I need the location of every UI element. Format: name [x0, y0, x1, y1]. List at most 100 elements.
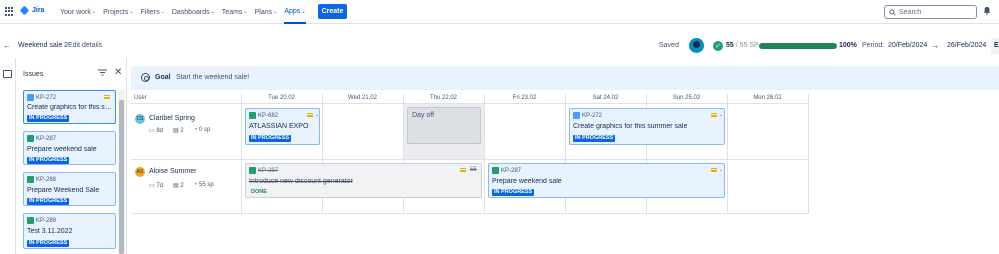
- goal-label: Goal: [155, 74, 171, 81]
- story-points-summary: 55 / 55 SP: [726, 42, 759, 49]
- issues-stat: ▤ 2: [173, 183, 184, 189]
- avatar[interactable]: CS: [135, 114, 145, 124]
- chevron-down-icon: ⌄: [273, 9, 278, 15]
- app-switcher-icon[interactable]: [5, 7, 14, 16]
- search-icon: [889, 8, 896, 16]
- user-stats: ▭ 7d ▤ 2 ◔ 55 sp: [149, 182, 214, 189]
- story-type-icon: [27, 135, 34, 142]
- nav-dashboards[interactable]: Dashboards ⌄: [172, 9, 215, 16]
- check-circle-icon: ✓: [713, 41, 723, 51]
- issue-key-text: KP-272: [582, 112, 603, 119]
- progress-bar: [759, 43, 837, 49]
- issue-key: KP-272: [27, 94, 56, 101]
- nav-label: Projects: [103, 8, 129, 16]
- calendar-issue-card[interactable]: KP-682 ⌄ ATLASSIAN EXPO IN PROGRESS: [245, 108, 320, 145]
- issue-card[interactable]: KP-289 Test 3.11.2022 IN PROGRESS: [23, 213, 116, 249]
- nav-label: Apps: [284, 8, 301, 15]
- card-menu-icon[interactable]: ⌄: [719, 112, 723, 118]
- calendar-issue-card[interactable]: KP-287 ⌄ Prepare weekend sale IN PROGRES…: [488, 163, 725, 198]
- issues-value: 2: [180, 128, 184, 134]
- issues-title: Issues: [23, 71, 44, 78]
- status-badge: IN PROGRESS: [492, 189, 535, 196]
- nav-projects[interactable]: Projects ⌄: [103, 9, 134, 16]
- nav-apps[interactable]: Apps ⌄: [284, 0, 306, 24]
- issues-panel: Issues ✕ KP-272 Create graphics for this…: [15, 58, 127, 254]
- issue-title: Create graphics for this summer sale: [573, 123, 688, 130]
- done-sp: 55: [726, 42, 734, 49]
- back-arrow-icon[interactable]: ←: [3, 41, 11, 50]
- nav-label: Your work: [60, 8, 91, 16]
- nav-teams[interactable]: Teams ⌄: [222, 9, 248, 16]
- close-icon[interactable]: ✕: [114, 67, 122, 78]
- user-name: Aloise Summer: [149, 168, 197, 175]
- issue-key: KP-287: [492, 167, 521, 174]
- calendar-issue-card[interactable]: KP-272 ⌄ Create graphics for this summer…: [569, 108, 725, 145]
- jira-logo-icon: [19, 5, 30, 16]
- issue-key: KP-288: [27, 176, 56, 183]
- issue-title: Prepare weekend sale: [492, 178, 562, 185]
- card-menu-icon[interactable]: ⌄: [719, 167, 723, 173]
- story-points: 55: [470, 167, 477, 173]
- chevron-down-icon: ⌄: [301, 8, 306, 15]
- issue-card[interactable]: KP-288 Prepare Weekend Sale IN PROGRESS: [23, 172, 116, 206]
- nav-label: Dashboards: [171, 8, 210, 16]
- progress-percent: 100%: [839, 42, 857, 49]
- card-menu-icon[interactable]: ⌄: [315, 112, 319, 118]
- issue-key-text: KP-272: [36, 94, 57, 101]
- issue-key: KP-287: [27, 135, 56, 142]
- story-type-icon: [492, 167, 499, 174]
- calendar-issue-card[interactable]: KP-297 55 Introduce new discount generat…: [245, 163, 482, 198]
- status-badge: IN PROGRESS: [27, 198, 70, 205]
- story-type-icon: [249, 112, 256, 119]
- product-name: Jira: [32, 7, 45, 14]
- nav-filters[interactable]: Filters ⌄: [141, 9, 165, 16]
- status-badge: IN PROGRESS: [27, 240, 70, 247]
- scrollbar[interactable]: [118, 90, 125, 254]
- notifications-bell-icon[interactable]: [983, 6, 991, 17]
- avatar[interactable]: [689, 38, 704, 53]
- nav-your-work[interactable]: Your work ⌄: [60, 9, 96, 16]
- day-off-block: Day off: [407, 107, 481, 144]
- edit-details-link[interactable]: Edit details: [68, 42, 102, 49]
- scrollbar-thumb[interactable]: [119, 100, 124, 254]
- saved-status: Saved: [659, 42, 679, 49]
- days-value: 7d: [156, 183, 164, 189]
- search-input[interactable]: Search: [884, 5, 977, 19]
- total-sp: / 55 SP: [735, 42, 759, 49]
- issue-title: ATLASSIAN EXPO: [249, 123, 309, 130]
- chevron-down-icon: ⌄: [243, 9, 248, 15]
- issue-key: KP-289: [27, 217, 56, 224]
- create-button[interactable]: Create: [318, 4, 347, 19]
- issue-key-text: KP-682: [258, 112, 279, 119]
- jira-logo[interactable]: Jira: [19, 5, 45, 16]
- goal-text[interactable]: Start the weekend sale!: [176, 74, 249, 81]
- period-start-date[interactable]: 20/Feb/2024: [888, 42, 927, 49]
- grid-line: [727, 94, 728, 214]
- issue-title: Create graphics for this sum...: [27, 104, 115, 111]
- board-icon[interactable]: [3, 70, 12, 78]
- sp-stat: ◔ 55 sp: [193, 182, 214, 188]
- goal-banner: Goal Start the weekend sale!: [131, 66, 999, 90]
- days-stat: ▭ 7d: [149, 183, 164, 189]
- grid-line: [808, 94, 809, 214]
- sp-value: 0 sp: [199, 127, 211, 133]
- issue-card[interactable]: KP-287 Prepare weekend sale IN PROGRESS: [23, 131, 116, 165]
- issues-stat: ▤ 2: [173, 128, 184, 134]
- filter-icon[interactable]: [98, 69, 107, 78]
- issue-key-text: KP-287: [501, 167, 522, 174]
- priority-medium-icon: [460, 168, 466, 172]
- nav-plans[interactable]: Plans ⌄: [255, 9, 278, 16]
- days-value: 8d: [156, 128, 164, 134]
- issue-card[interactable]: KP-272 Create graphics for this sum... I…: [23, 90, 116, 124]
- avatar[interactable]: AS: [135, 167, 145, 177]
- issue-key: KP-297: [249, 167, 278, 174]
- edge-button[interactable]: E: [991, 38, 999, 54]
- chevron-down-icon: ⌄: [129, 9, 134, 15]
- task-type-icon: [573, 112, 580, 119]
- nav-label: Filters: [140, 8, 160, 16]
- issue-key-text: KP-287: [36, 135, 57, 142]
- period-end-date[interactable]: 26/Feb/2024: [947, 42, 986, 49]
- chevron-down-icon: ⌄: [91, 9, 97, 15]
- issue-key: KP-682: [249, 112, 278, 119]
- grid-line: [131, 103, 809, 104]
